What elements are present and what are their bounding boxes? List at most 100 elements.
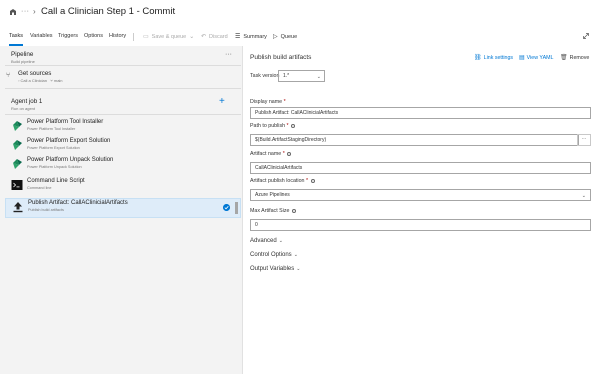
info-icon[interactable] (310, 178, 315, 183)
path-to-publish-label: Path to publish * (250, 123, 296, 129)
artifact-name-label: Artifact name * (250, 151, 292, 157)
pipeline-subtitle: Build pipeline (11, 59, 35, 64)
publish-location-select[interactable]: Azure Pipelines ⌄ (250, 189, 591, 201)
info-icon[interactable] (291, 123, 296, 128)
discard-label: Discard (209, 33, 228, 40)
task-version-label: Task version (250, 73, 280, 79)
publish-location-label: Artifact publish location * (250, 178, 315, 184)
save-queue-button[interactable]: ▭ Save & queue ⌄ (143, 33, 195, 41)
page-title: Call a Clinician Step 1 - Commit (41, 6, 176, 17)
agent-job-title: Agent job 1 (11, 98, 43, 105)
tab-tasks[interactable]: Tasks (9, 33, 23, 39)
check-icon (223, 204, 230, 211)
task-details-title: Publish build artifacts (250, 54, 312, 61)
task-name: Publish Artifact: CallAClinicialArtifact… (28, 200, 128, 206)
breadcrumb-more-button[interactable]: ··· (21, 8, 30, 15)
task-name: Power Platform Tool Installer (27, 119, 104, 125)
save-icon: ▭ (143, 34, 149, 40)
power-platform-icon (13, 140, 22, 150)
add-task-button[interactable]: + (219, 96, 225, 107)
divider (5, 65, 241, 66)
upload-icon (13, 202, 23, 213)
top-bar: ··· › Call a Clinician Step 1 - Commit (0, 0, 600, 26)
tab-bar: Tasks Variables Triggers Options History… (0, 30, 600, 46)
queue-button[interactable]: ▷ Queue (273, 33, 298, 41)
power-platform-icon (13, 159, 22, 169)
artifact-name-value: CallAClinicialArtifacts (255, 165, 303, 171)
play-icon: ▷ (273, 34, 278, 40)
pipeline-title[interactable]: Pipeline (11, 51, 33, 58)
display-name-value: Publish Artifact: CallAClinicialArtifact… (255, 110, 339, 116)
publish-location-value: Azure Pipelines (255, 192, 290, 198)
task-item[interactable]: Power Platform Unpack Solution Power Pla… (5, 156, 241, 175)
link-settings-label: Link settings (483, 54, 514, 61)
display-name-field[interactable]: Publish Artifact: CallAClinicialArtifact… (250, 107, 591, 119)
breadcrumb-chevron-icon: › (33, 7, 36, 16)
task-item[interactable]: Power Platform Tool Installer Power Plat… (5, 118, 241, 137)
path-to-publish-field[interactable]: $(Build.ArtifactStagingDirectory) (250, 134, 579, 146)
terminal-icon (11, 180, 23, 190)
chevron-down-icon: ⌄ (316, 74, 321, 80)
task-item-selected[interactable]: Publish Artifact: CallAClinicialArtifact… (5, 198, 241, 218)
link-settings-button[interactable]: ⛓ Link settings (474, 54, 514, 62)
drag-handle[interactable] (235, 202, 238, 214)
control-options-section-toggle[interactable]: Control Options ⌄ (250, 252, 298, 258)
task-subtitle: Power Platform Tool Installer (27, 127, 76, 131)
tab-triggers[interactable]: Triggers (58, 33, 78, 39)
chevron-down-icon: ⌄ (278, 238, 283, 244)
max-artifact-size-label: Max Artifact Size (250, 208, 296, 214)
source-branch-icon: ⑂ (6, 72, 11, 79)
divider (5, 114, 241, 115)
chevron-down-icon: ⌄ (296, 266, 301, 272)
list-icon: ☰ (235, 34, 241, 40)
task-name: Power Platform Unpack Solution (27, 157, 114, 163)
task-version-select[interactable]: 1.* ⌄ (278, 70, 325, 82)
required-mark: * (286, 123, 289, 129)
summary-button[interactable]: ☰ Summary (235, 33, 267, 41)
undo-icon: ↶ (201, 34, 207, 40)
task-name: Power Platform Export Solution (27, 138, 111, 144)
tab-options[interactable]: Options (84, 33, 103, 39)
expand-icon[interactable] (583, 33, 589, 39)
max-artifact-size-value: 0 (255, 222, 258, 228)
task-subtitle: Power Platform Export Solution (27, 146, 80, 150)
discard-button[interactable]: ↶ Discard (201, 33, 228, 41)
task-item[interactable]: Power Platform Export Solution Power Pla… (5, 137, 241, 156)
remove-label: Remove (569, 54, 590, 61)
chevron-down-icon: ⌄ (293, 252, 298, 258)
tab-variables[interactable]: Variables (30, 33, 53, 39)
required-mark: * (305, 178, 309, 184)
power-platform-icon (13, 121, 22, 131)
browse-path-button[interactable]: ··· (577, 134, 591, 146)
view-yaml-button[interactable]: ▤ View YAML (519, 54, 554, 62)
view-yaml-label: View YAML (526, 54, 554, 61)
repo-name: Call a Clinician (20, 78, 47, 83)
advanced-section-toggle[interactable]: Advanced ⌄ (250, 238, 283, 244)
max-artifact-size-field[interactable]: 0 (250, 219, 591, 231)
output-variables-section-toggle[interactable]: Output Variables ⌄ (250, 266, 300, 272)
build-pipeline-icon[interactable] (9, 8, 17, 16)
task-subtitle: Publish build artifacts (28, 208, 64, 212)
branch-name: main (53, 78, 63, 83)
divider (5, 88, 241, 89)
pipeline-more-button[interactable]: ··· (225, 51, 232, 58)
task-name: Command Line Script (27, 178, 85, 184)
task-item[interactable]: Command Line Script Command line (5, 177, 241, 196)
toolbar-divider (133, 33, 134, 41)
agent-job-subtitle: Run on agent (11, 106, 36, 111)
info-icon[interactable] (287, 151, 292, 156)
save-queue-label: Save & queue (151, 33, 187, 40)
chevron-down-icon: ⌄ (189, 34, 195, 40)
pipeline-panel: Pipeline Build pipeline ··· ⑂ Get source… (0, 46, 243, 374)
queue-label: Queue (280, 33, 298, 40)
display-name-label: Display name * (250, 99, 286, 105)
link-icon: ⛓ (474, 55, 482, 61)
remove-button[interactable]: 🗑 Remove (560, 54, 590, 62)
required-mark: * (283, 99, 286, 105)
trash-icon: 🗑 (560, 55, 568, 61)
info-icon[interactable] (291, 208, 296, 213)
tab-history[interactable]: History (109, 33, 126, 39)
artifact-name-field[interactable]: CallAClinicialArtifacts (250, 162, 591, 174)
chevron-down-icon: ⌄ (581, 193, 586, 199)
summary-label: Summary (243, 33, 267, 40)
